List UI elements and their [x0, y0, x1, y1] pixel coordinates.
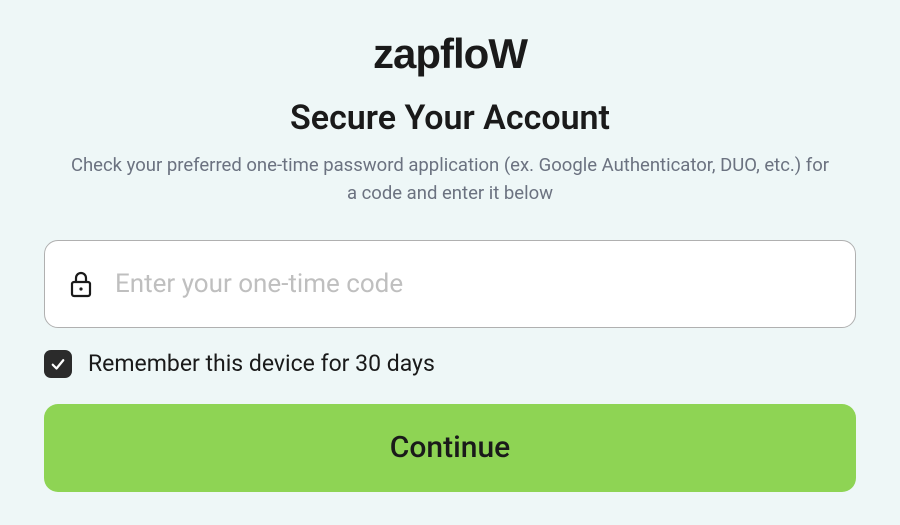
page-subtitle: Check your preferred one-time password a… [70, 152, 830, 208]
lock-icon [69, 270, 93, 298]
page-title: Secure Your Account [290, 98, 610, 138]
remember-label: Remember this device for 30 days [88, 350, 435, 377]
otp-code-input[interactable] [115, 269, 831, 299]
continue-button[interactable]: Continue [44, 404, 856, 492]
code-input-wrapper[interactable] [44, 240, 856, 328]
remember-device-row[interactable]: Remember this device for 30 days [44, 350, 856, 378]
brand-logo: zapfloW [373, 30, 527, 78]
remember-checkbox[interactable] [44, 350, 72, 378]
check-icon [49, 355, 67, 373]
